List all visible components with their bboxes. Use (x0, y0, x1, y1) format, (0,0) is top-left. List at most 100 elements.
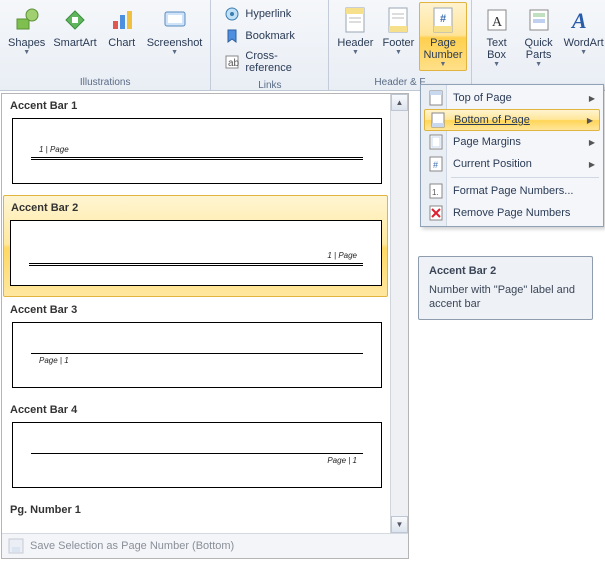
textbox-icon: A (482, 5, 512, 35)
pagenumber-gallery: Accent Bar 1 1 | Page Accent Bar 2 1 | P… (1, 93, 409, 559)
header-icon (340, 5, 370, 35)
preview-text: 1 | Page (39, 145, 69, 154)
hyperlink-label: Hyperlink (245, 8, 291, 20)
current-position-icon: # (428, 156, 444, 172)
preview-text: 1 | Page (327, 251, 357, 260)
shapes-icon (12, 5, 42, 35)
menu-page-margins[interactable]: Page Margins ▶ (423, 131, 601, 153)
menu-top-of-page[interactable]: Top of Page ▶ (423, 87, 601, 109)
tooltip-title: Accent Bar 2 (429, 265, 582, 277)
dropdown-arrow-icon: ▼ (535, 61, 542, 68)
shapes-label: Shapes (8, 37, 45, 49)
bookmark-button[interactable]: Bookmark (221, 26, 318, 46)
chart-label: Chart (108, 37, 135, 49)
wordart-button[interactable]: A WordArt ▼ (560, 2, 605, 71)
header-label: Header (337, 37, 373, 49)
chart-button[interactable]: Chart (101, 2, 143, 59)
quickparts-icon (524, 5, 554, 35)
header-button[interactable]: Header ▼ (333, 2, 377, 71)
group-illustrations: Shapes ▼ SmartArt Chart Screenshot (0, 0, 211, 90)
page-top-icon (428, 90, 444, 106)
submenu-arrow-icon: ▶ (587, 116, 593, 125)
smartart-button[interactable]: SmartArt (49, 2, 100, 59)
dropdown-arrow-icon: ▼ (171, 49, 178, 56)
gallery-scrollbar[interactable]: ▲ ▼ (390, 94, 408, 533)
menu-format-label: Format Page Numbers... (453, 185, 573, 197)
quickparts-label: Quick Parts (525, 37, 553, 61)
svg-text:ab: ab (228, 58, 240, 69)
textbox-button[interactable]: A Text Box ▼ (476, 2, 518, 71)
pagenumber-button[interactable]: # Page Number ▼ (419, 2, 466, 71)
gallery-item-title: Accent Bar 2 (9, 198, 383, 220)
dropdown-arrow-icon: ▼ (352, 49, 359, 56)
gallery-item-accent-bar-3[interactable]: Accent Bar 3 Page | 1 (2, 298, 408, 398)
menu-separator (451, 177, 599, 178)
gallery-preview: Page | 1 (12, 422, 382, 488)
menu-remove-page-numbers[interactable]: Remove Page Numbers (423, 202, 601, 224)
pagenumber-icon: # (428, 5, 458, 35)
group-links: Hyperlink Bookmark ab Cross-reference Li… (211, 0, 329, 90)
remove-page-icon (428, 205, 444, 221)
group-label-illustrations: Illustrations (4, 75, 206, 89)
dropdown-arrow-icon: ▼ (395, 49, 402, 56)
dropdown-arrow-icon: ▼ (23, 49, 30, 56)
hyperlink-button[interactable]: Hyperlink (221, 4, 318, 24)
svg-text:#: # (433, 160, 438, 170)
gallery-item-pg-number-1[interactable]: Pg. Number 1 (2, 498, 408, 524)
menu-current-position[interactable]: # Current Position ▶ (423, 153, 601, 175)
pagenumber-menu: Top of Page ▶ Bottom of Page ▶ Page Marg… (420, 84, 604, 227)
wordart-label: WordArt (564, 37, 604, 49)
crossreference-label: Cross-reference (245, 50, 315, 74)
footer-label: Footer (383, 37, 415, 49)
menu-bottom-of-page[interactable]: Bottom of Page ▶ (424, 109, 600, 131)
menu-format-page-numbers[interactable]: 1. Format Page Numbers... (423, 180, 601, 202)
save-selection-icon (8, 538, 24, 554)
ribbon: Shapes ▼ SmartArt Chart Screenshot (0, 0, 605, 91)
bookmark-label: Bookmark (245, 30, 295, 42)
format-page-icon: 1. (428, 183, 444, 199)
submenu-arrow-icon: ▶ (589, 138, 595, 147)
gallery-item-title: Pg. Number 1 (8, 500, 386, 522)
gallery-item-accent-bar-1[interactable]: Accent Bar 1 1 | Page (2, 94, 408, 194)
gallery-item-title: Accent Bar 4 (8, 400, 386, 422)
footer-button[interactable]: Footer ▼ (377, 2, 419, 71)
submenu-arrow-icon: ▶ (589, 94, 595, 103)
menu-top-label: Top of Page (453, 92, 512, 104)
gallery-item-accent-bar-4[interactable]: Accent Bar 4 Page | 1 (2, 398, 408, 498)
group-headerfooter: Header ▼ Footer ▼ # Page Number ▼ Header… (329, 0, 471, 90)
pagenumber-label: Page Number (423, 37, 462, 61)
screenshot-button[interactable]: Screenshot ▼ (143, 2, 207, 59)
scroll-up-icon[interactable]: ▲ (391, 94, 408, 111)
tooltip-body: Number with "Page" label and accent bar (429, 283, 582, 311)
save-selection-label[interactable]: Save Selection as Page Number (Bottom) (30, 540, 234, 552)
chart-icon (107, 5, 137, 35)
gallery-footer: Save Selection as Page Number (Bottom) (2, 533, 408, 558)
gallery-scroll: Accent Bar 1 1 | Page Accent Bar 2 1 | P… (2, 94, 408, 533)
tooltip: Accent Bar 2 Number with "Page" label an… (418, 256, 593, 320)
screenshot-label: Screenshot (147, 37, 203, 49)
screenshot-icon (160, 5, 190, 35)
bookmark-icon (224, 28, 240, 44)
quickparts-button[interactable]: Quick Parts ▼ (518, 2, 560, 71)
svg-text:A: A (492, 15, 503, 30)
dropdown-arrow-icon: ▼ (440, 61, 447, 68)
gallery-item-title: Accent Bar 3 (8, 300, 386, 322)
crossreference-icon: ab (224, 54, 240, 70)
gallery-preview: 1 | Page (10, 220, 382, 286)
gallery-preview: Page | 1 (12, 322, 382, 388)
menu-bottom-label: Bottom of Page (454, 114, 530, 126)
svg-text:#: # (440, 13, 446, 25)
svg-text:1.: 1. (432, 188, 439, 197)
textbox-label: Text Box (486, 37, 506, 61)
crossreference-button[interactable]: ab Cross-reference (221, 48, 318, 76)
menu-margins-label: Page Margins (453, 136, 521, 148)
smartart-label: SmartArt (53, 37, 96, 49)
gallery-item-accent-bar-2[interactable]: Accent Bar 2 1 | Page (3, 195, 388, 297)
group-text: A Text Box ▼ Quick Parts ▼ A WordArt ▼ (472, 0, 605, 90)
shapes-button[interactable]: Shapes ▼ (4, 2, 49, 59)
svg-text:A: A (570, 8, 587, 33)
page-margins-icon (428, 134, 444, 150)
smartart-icon (60, 5, 90, 35)
scroll-down-icon[interactable]: ▼ (391, 516, 408, 533)
preview-text: Page | 1 (327, 456, 357, 465)
